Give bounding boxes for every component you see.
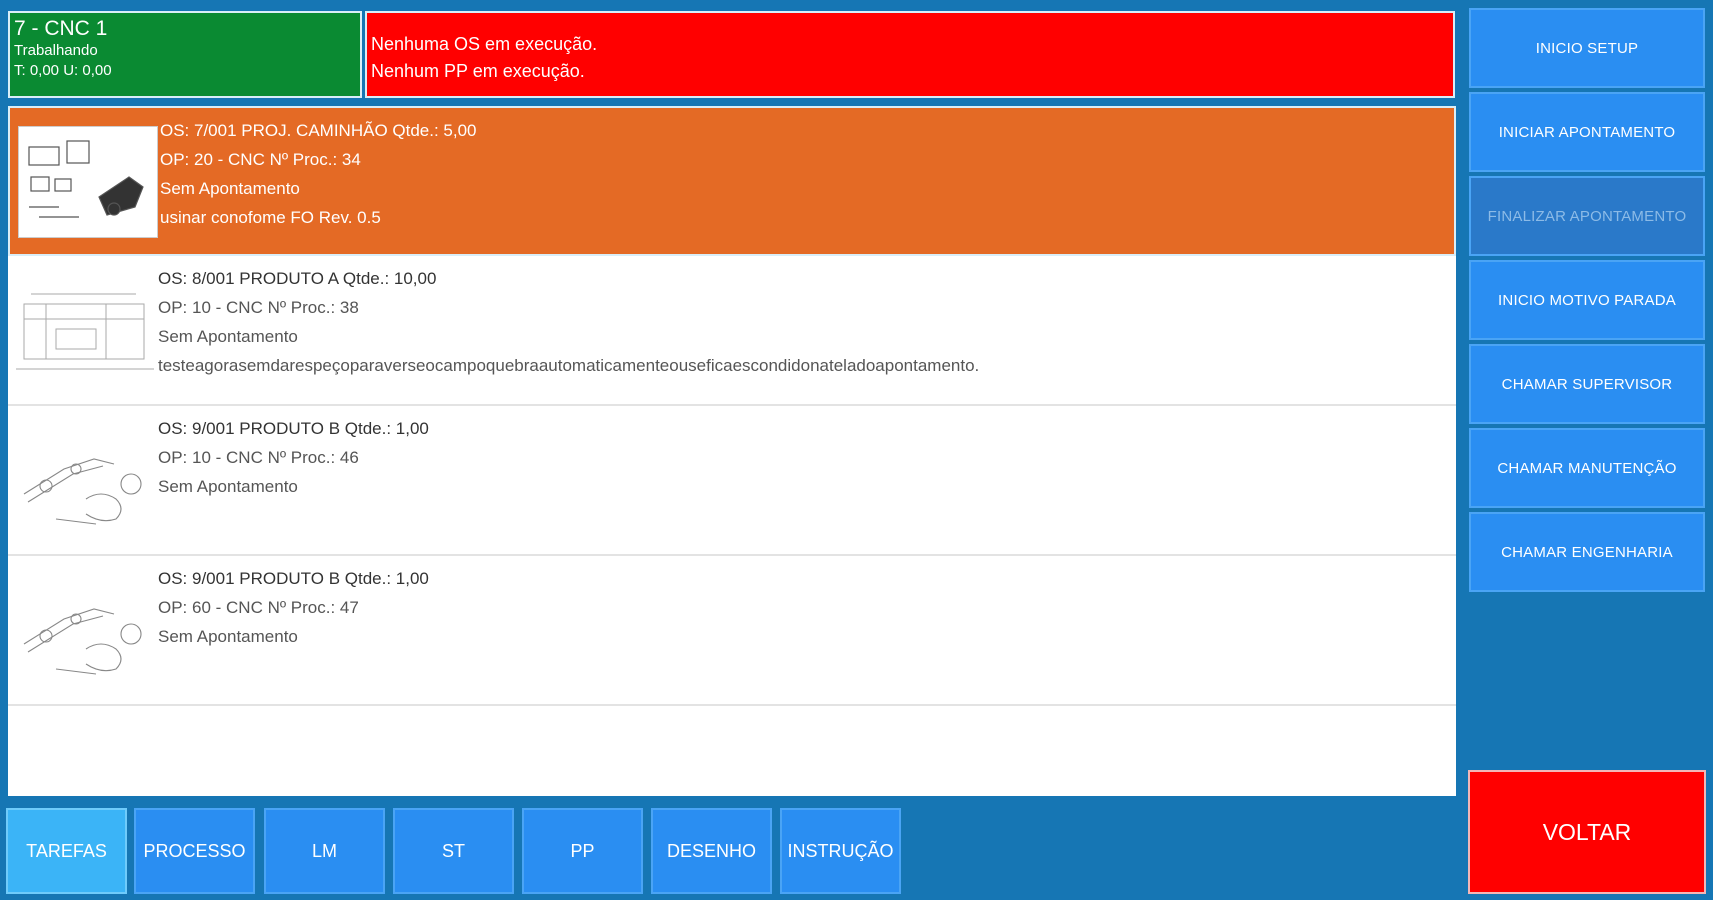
chamar-supervisor-button[interactable]: CHAMAR SUPERVISOR bbox=[1469, 344, 1705, 424]
task-row[interactable]: OS: 9/001 PRODUTO B Qtde.: 1,00 OP: 10 -… bbox=[8, 406, 1456, 556]
execution-alert-panel: Nenhuma OS em execução. Nenhum PP em exe… bbox=[365, 11, 1455, 98]
tab-lm[interactable]: LM bbox=[264, 808, 385, 894]
task-note: usinar conofome FO Rev. 0.5 bbox=[160, 208, 381, 227]
iniciar-apontamento-button[interactable]: INICIAR APONTAMENTO bbox=[1469, 92, 1705, 172]
task-row[interactable]: OS: 9/001 PRODUTO B Qtde.: 1,00 OP: 60 -… bbox=[8, 556, 1456, 706]
drawing-thumbnail-icon bbox=[16, 574, 154, 684]
task-op: OP: 10 - CNC Nº Proc.: 38 bbox=[158, 298, 359, 317]
task-note: testeagorasemdarespeçoparaverseocampoque… bbox=[158, 356, 980, 375]
finalizar-apontamento-button[interactable]: FINALIZAR APONTAMENTO bbox=[1469, 176, 1705, 256]
task-status: Sem Apontamento bbox=[158, 477, 298, 496]
task-op: OP: 20 - CNC Nº Proc.: 34 bbox=[160, 150, 361, 169]
task-op: OP: 10 - CNC Nº Proc.: 46 bbox=[158, 448, 359, 467]
task-status: Sem Apontamento bbox=[158, 627, 298, 646]
tab-pp[interactable]: PP bbox=[522, 808, 643, 894]
chamar-engenharia-button[interactable]: CHAMAR ENGENHARIA bbox=[1469, 512, 1705, 592]
machine-name: 7 - CNC 1 bbox=[14, 17, 108, 40]
tab-st[interactable]: ST bbox=[393, 808, 514, 894]
voltar-button[interactable]: VOLTAR bbox=[1468, 770, 1706, 894]
tab-processo[interactable]: PROCESSO bbox=[134, 808, 255, 894]
task-status: Sem Apontamento bbox=[158, 327, 298, 346]
task-os: OS: 8/001 PRODUTO A Qtde.: 10,00 bbox=[158, 269, 437, 288]
task-os: OS: 9/001 PRODUTO B Qtde.: 1,00 bbox=[158, 419, 429, 438]
chamar-manutencao-button[interactable]: CHAMAR MANUTENÇÃO bbox=[1469, 428, 1705, 508]
tab-desenho[interactable]: DESENHO bbox=[651, 808, 772, 894]
task-list[interactable]: OS: 7/001 PROJ. CAMINHÃO Qtde.: 5,00 OP:… bbox=[8, 106, 1456, 796]
tab-instrucao[interactable]: INSTRUÇÃO bbox=[780, 808, 901, 894]
machine-status-panel: 7 - CNC 1 Trabalhando T: 0,00 U: 0,00 bbox=[8, 11, 362, 98]
task-status: Sem Apontamento bbox=[160, 179, 300, 198]
alert-pp-line: Nenhum PP em execução. bbox=[371, 61, 585, 81]
task-os: OS: 7/001 PROJ. CAMINHÃO Qtde.: 5,00 bbox=[160, 121, 477, 140]
inicio-motivo-parada-button[interactable]: INICIO MOTIVO PARADA bbox=[1469, 260, 1705, 340]
task-row[interactable]: OS: 8/001 PRODUTO A Qtde.: 10,00 OP: 10 … bbox=[8, 256, 1456, 406]
task-os: OS: 9/001 PRODUTO B Qtde.: 1,00 bbox=[158, 569, 429, 588]
drawing-thumbnail-icon bbox=[18, 126, 158, 238]
task-op: OP: 60 - CNC Nº Proc.: 47 bbox=[158, 598, 359, 617]
machine-state: Trabalhando bbox=[14, 42, 98, 59]
task-row[interactable]: OS: 7/001 PROJ. CAMINHÃO Qtde.: 5,00 OP:… bbox=[8, 106, 1456, 256]
tab-tarefas[interactable]: TAREFAS bbox=[6, 808, 127, 894]
drawing-thumbnail-icon bbox=[16, 274, 154, 384]
alert-os-line: Nenhuma OS em execução. bbox=[371, 34, 598, 54]
machine-times: T: 0,00 U: 0,00 bbox=[14, 62, 112, 79]
inicio-setup-button[interactable]: INICIO SETUP bbox=[1469, 8, 1705, 88]
drawing-thumbnail-icon bbox=[16, 424, 154, 534]
